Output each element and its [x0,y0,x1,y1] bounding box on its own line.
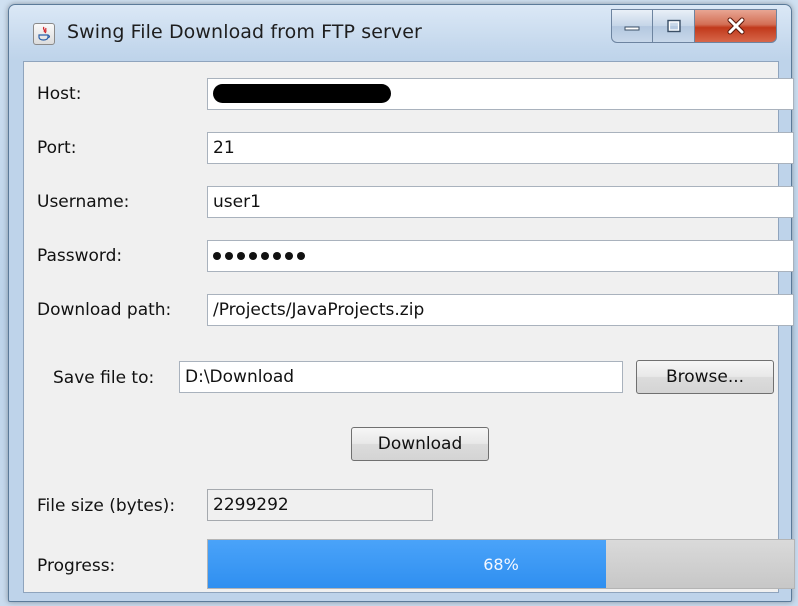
file-size-value: 2299292 [207,489,433,521]
close-button[interactable] [695,9,777,43]
minimize-icon [624,26,640,31]
java-app-icon[interactable] [33,23,55,45]
password-mask-dot [297,252,305,260]
password-mask-dot [237,252,245,260]
username-label: Username: [37,192,130,212]
minimize-button[interactable] [611,9,653,43]
window-controls [611,9,777,43]
progress-label: Progress: [37,556,116,576]
password-label: Password: [37,246,123,266]
progress-percent-text: 68% [483,554,519,574]
password-mask-dot [285,252,293,260]
save-file-to-label: Save file to: [53,368,155,388]
password-mask-dot [261,252,269,260]
password-mask [213,241,788,271]
app-window: Swing File Download from FTP server Host… [8,4,795,602]
host-label: Host: [37,84,82,104]
form-panel: Host: Port: 21 Username: user1 Password:… [23,61,795,593]
port-input[interactable]: 21 [207,132,794,164]
close-icon [727,17,744,35]
window-title: Swing File Download from FTP server [67,21,422,43]
password-mask-dot [273,252,281,260]
username-input[interactable]: user1 [207,186,794,218]
redacted-host-value [213,84,391,103]
download-path-label: Download path: [37,300,172,320]
download-button[interactable]: Download [351,427,489,461]
port-label: Port: [37,138,77,158]
password-mask-dot [249,252,257,260]
password-mask-dot [213,252,221,260]
save-file-to-input[interactable]: D:\Download [179,361,623,393]
progress-bar: 68% [207,539,795,589]
host-input[interactable] [207,78,794,110]
password-mask-dot [225,252,233,260]
maximize-icon [666,19,681,33]
title-bar[interactable]: Swing File Download from FTP server [9,5,791,61]
download-path-input[interactable]: /Projects/JavaProjects.zip [207,294,794,326]
file-size-label: File size (bytes): [37,496,176,516]
maximize-button[interactable] [653,9,695,43]
password-input[interactable] [207,240,794,272]
browse-button[interactable]: Browse... [636,360,774,394]
